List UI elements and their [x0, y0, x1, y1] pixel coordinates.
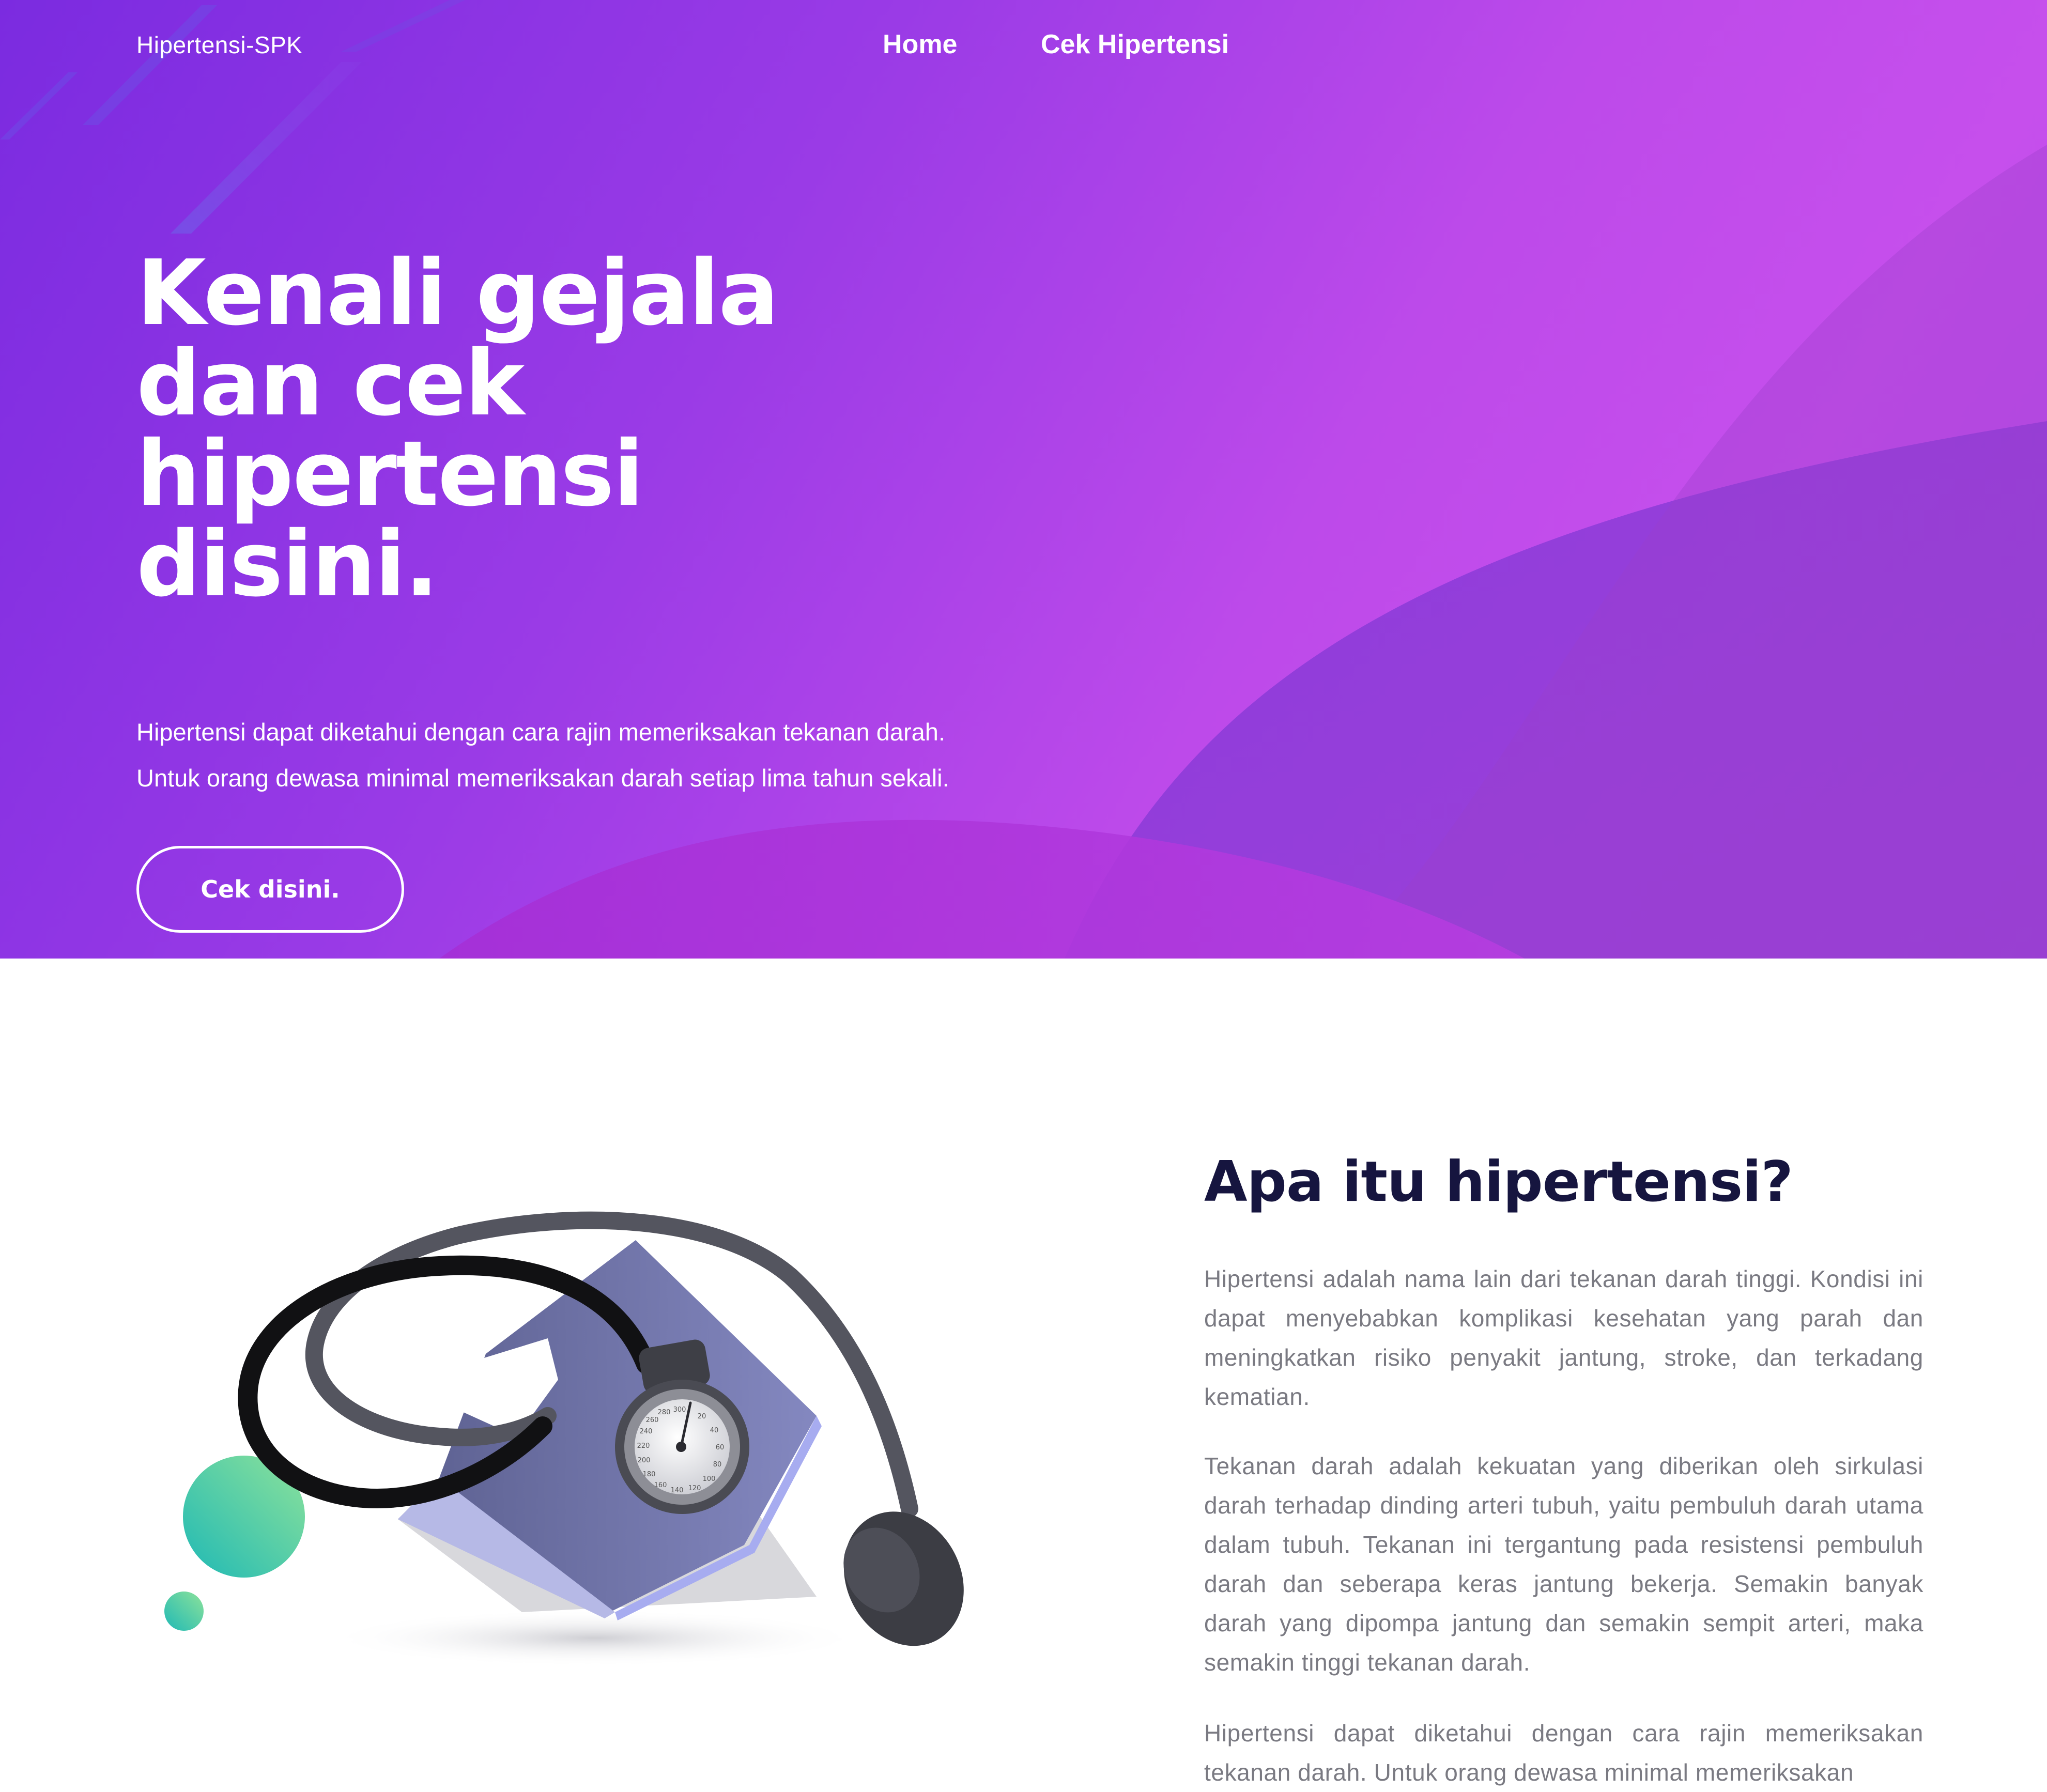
gauge-dial-240: 240: [640, 1428, 653, 1435]
cek-disini-button[interactable]: Cek disini.: [136, 846, 404, 933]
gauge-dial-40: 40: [710, 1427, 719, 1434]
nav-link-cek-hipertensi[interactable]: Cek Hipertensi: [1041, 29, 1229, 60]
hero-description: Hipertensi dapat diketahui dengan cara r…: [136, 709, 1118, 801]
gauge-dial-160: 160: [654, 1481, 667, 1489]
blood-pressure-monitor-illustration: 300 20 40 60 80 100 120 140 160 180 200 …: [164, 1211, 964, 1666]
hero-description-line-2: Untuk orang dewasa minimal memeriksakan …: [136, 764, 949, 792]
about-title: Apa itu hipertensi?: [1204, 1150, 1793, 1214]
gauge-dial-60: 60: [716, 1444, 725, 1451]
gauge-dial-220: 220: [637, 1442, 650, 1450]
gauge-dial-20: 20: [698, 1413, 706, 1420]
about-paragraph-1: Hipertensi adalah nama lain dari tekanan…: [1204, 1265, 1923, 1410]
gauge-dial-300: 300: [673, 1406, 686, 1414]
hero-title: Kenali gejala dan cek hipertensi disini.: [136, 241, 779, 617]
nav-link-home[interactable]: Home: [883, 29, 957, 60]
gauge-dial-80: 80: [713, 1461, 722, 1469]
hero-section: Hipertensi-SPK Home Cek Hipertensi Kenal…: [0, 0, 2047, 959]
brand-logo-text[interactable]: Hipertensi-SPK: [136, 31, 302, 59]
gauge-dial-280: 280: [658, 1409, 671, 1416]
gauge-dial-200: 200: [638, 1457, 651, 1464]
gauge-dial-100: 100: [703, 1475, 716, 1483]
gauge-dial-140: 140: [671, 1487, 684, 1494]
gauge-dial-260: 260: [646, 1416, 659, 1424]
hero-description-line-1: Hipertensi dapat diketahui dengan cara r…: [136, 718, 945, 746]
about-paragraph-3: Hipertensi dapat diketahui dengan cara r…: [1204, 1720, 1923, 1786]
gauge-dial-120: 120: [688, 1485, 701, 1492]
gauge-dial-180: 180: [643, 1471, 656, 1478]
about-paragraph-2: Tekanan darah adalah kekuatan yang diber…: [1204, 1453, 1923, 1676]
decor-bubble-small: [164, 1592, 204, 1631]
